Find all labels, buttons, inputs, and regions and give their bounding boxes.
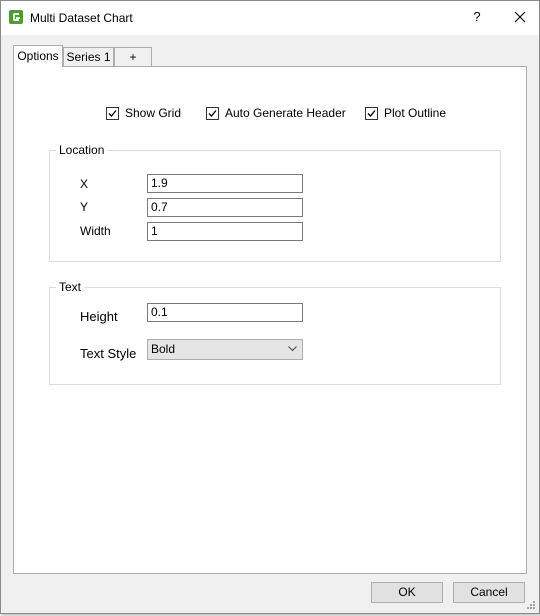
- text-style-value: Bold: [151, 342, 176, 356]
- chevron-down-icon: [288, 346, 297, 352]
- ok-button[interactable]: OK: [371, 582, 443, 603]
- height-label: Height: [80, 309, 118, 324]
- x-label: X: [80, 177, 89, 191]
- options-panel: Show Grid Auto Generate Header Plot Outl…: [13, 66, 527, 574]
- y-label: Y: [80, 200, 89, 214]
- show-grid-checkbox[interactable]: Show Grid: [106, 105, 181, 121]
- width-input[interactable]: 1: [147, 222, 303, 241]
- tab-series-1[interactable]: Series 1: [63, 47, 114, 66]
- close-button[interactable]: [507, 5, 533, 29]
- width-label: Width: [80, 224, 111, 238]
- location-group: Location X 1.9 Y 0.7 Width 1: [49, 143, 501, 262]
- location-group-title: Location: [56, 143, 108, 157]
- plot-outline-label: Plot Outline: [384, 106, 447, 120]
- resize-grip-icon[interactable]: [526, 600, 536, 610]
- check-icon: [367, 109, 376, 117]
- plot-outline-checkbox[interactable]: Plot Outline: [365, 105, 446, 121]
- app-logo-icon: [9, 10, 23, 24]
- text-style-label: Text Style: [80, 346, 137, 361]
- check-icon: [108, 109, 117, 117]
- show-grid-check-box[interactable]: [106, 106, 119, 120]
- auto-generate-header-check-box[interactable]: [206, 106, 219, 120]
- help-button[interactable]: ?: [465, 5, 489, 29]
- close-icon: [514, 11, 526, 23]
- text-style-select[interactable]: Bold: [147, 339, 303, 360]
- height-input[interactable]: 0.1: [147, 303, 303, 322]
- show-grid-label: Show Grid: [125, 106, 182, 120]
- text-group-title: Text: [56, 280, 85, 294]
- plot-outline-check-box[interactable]: [365, 106, 378, 120]
- tab-add[interactable]: +: [114, 47, 152, 66]
- tab-options[interactable]: Options: [13, 45, 63, 67]
- y-input[interactable]: 0.7: [147, 198, 303, 217]
- check-icon: [208, 109, 217, 117]
- title-bar[interactable]: Multi Dataset Chart ?: [1, 1, 539, 35]
- cancel-button[interactable]: Cancel: [453, 582, 525, 603]
- text-group: Text Height 0.1 Text Style Bold: [49, 280, 501, 385]
- window-title: Multi Dataset Chart: [30, 11, 133, 25]
- auto-generate-header-checkbox[interactable]: Auto Generate Header: [206, 105, 346, 121]
- auto-generate-header-label: Auto Generate Header: [225, 106, 346, 120]
- x-input[interactable]: 1.9: [147, 174, 303, 193]
- dialog-window: Multi Dataset Chart ? Options Series 1 +…: [0, 0, 540, 614]
